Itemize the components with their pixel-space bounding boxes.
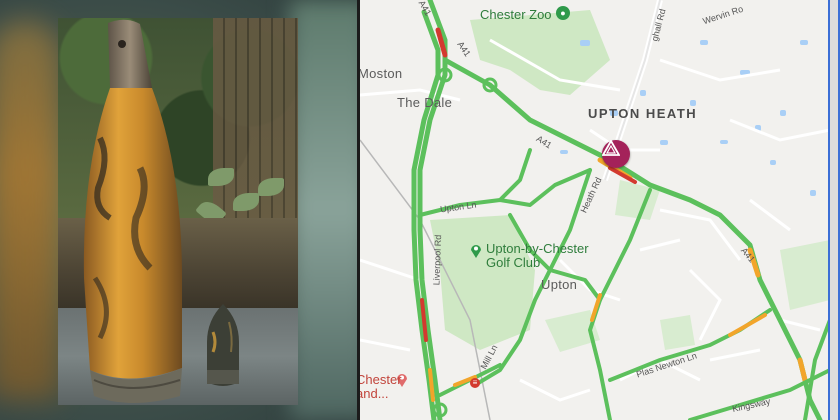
blurred-background-foliage bbox=[290, 0, 357, 420]
upton-heath-label: UPTON HEATH bbox=[588, 106, 698, 121]
blurred-background-shell bbox=[0, 20, 60, 400]
park-chester-zoo bbox=[470, 10, 610, 95]
map-right-edge-control[interactable] bbox=[828, 0, 840, 420]
golf-club-label-line1[interactable]: Upton-by-Chester bbox=[486, 241, 589, 256]
incident-warning-icon[interactable] bbox=[602, 140, 630, 168]
chester-place-label-line1[interactable]: Chester bbox=[360, 372, 402, 387]
small-artillery-shell bbox=[207, 304, 239, 386]
wooden-fence bbox=[213, 18, 298, 218]
chester-zoo-label[interactable]: Chester Zoo bbox=[480, 7, 552, 22]
golf-club-label-line2[interactable]: Golf Club bbox=[486, 255, 540, 270]
moston-label: Moston bbox=[360, 66, 403, 81]
photo-panel bbox=[0, 0, 357, 420]
traffic-map[interactable]: ● ≡ Chester Zoo Wervin Ro ghall Rd Mosto… bbox=[360, 0, 840, 420]
large-artillery-shell bbox=[83, 19, 182, 403]
park-east bbox=[780, 240, 830, 310]
chester-place-label-line2[interactable]: and... bbox=[360, 386, 389, 401]
the-dale-label: The Dale bbox=[397, 95, 453, 110]
park-south bbox=[660, 315, 695, 350]
rail-station-icon[interactable]: ≡ bbox=[470, 378, 480, 388]
zoo-paw-icon[interactable]: ● bbox=[556, 6, 570, 20]
golf-club-pin-icon[interactable] bbox=[470, 243, 482, 259]
upton-label: Upton bbox=[541, 277, 578, 292]
liverpool-road-label: Liverpool Rd bbox=[431, 234, 444, 286]
shell-photo bbox=[58, 18, 298, 405]
map-canvas bbox=[360, 0, 832, 420]
park-golf-club bbox=[430, 215, 535, 350]
